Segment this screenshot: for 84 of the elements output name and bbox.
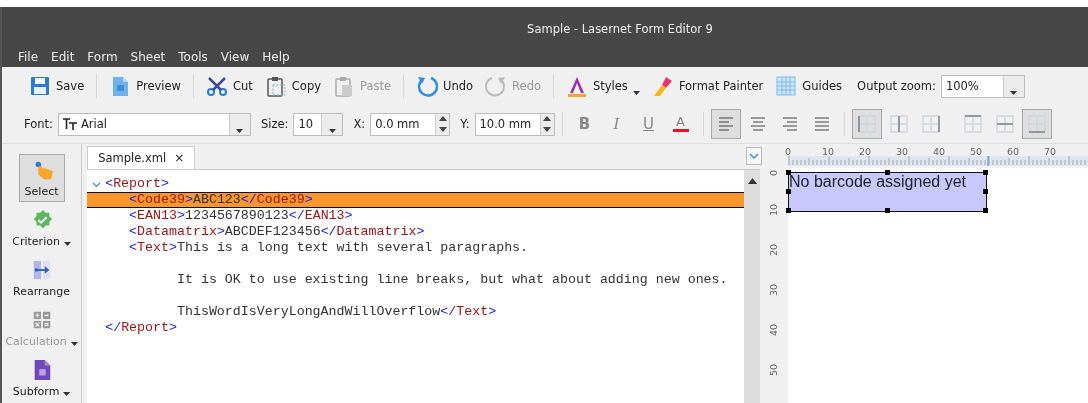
y-label: Y: [460,117,470,131]
ruler-number: 40 [768,323,779,336]
window-title: Sample - Lasernet Form Editor 9 [526,21,714,38]
code-line: ThisWordIsVeryLongAndWillOverflow</Text> [175,304,497,320]
ruler-number: 70 [1044,146,1058,156]
caret-icon [236,128,244,133]
table-grid-icon [919,113,942,135]
undo-icon [416,75,439,97]
align-center-icon [748,115,767,133]
letter-a-icon [566,75,588,97]
table-grid-icon [993,113,1016,135]
clipboard-icon [264,75,287,97]
cell-layout-button[interactable] [851,109,882,139]
toolbar-button[interactable]: Undo [411,71,479,101]
code-line: <Code39>ABC123</Code39> [128,192,313,208]
spin-up-icon[interactable] [438,116,447,122]
x-label: X: [353,117,366,131]
font-label: Font: [24,117,53,131]
brush-icon [651,75,674,97]
toolbar-button[interactable]: Format Painter [646,71,769,101]
table-grid-icon [855,113,878,135]
chevron-down-icon[interactable] [746,147,762,165]
spin-down-icon[interactable] [438,126,447,132]
menu-item[interactable]: Form [87,50,124,64]
align-justify-icon [812,115,831,133]
code-line: </Report> [105,320,177,336]
font-dropdown[interactable]: Arial [57,112,251,136]
ruler-number: 30 [768,283,779,296]
code-line: <Report> [105,176,169,192]
code-line: <Text>This is a long text with several paragraphs. [128,240,529,256]
font-icon [62,118,77,130]
y-spinbox[interactable]: 10.0 mm [474,112,555,136]
code-line: It is OK to use existing line breaks, but what about adding new ones. [175,272,728,288]
table-grid-icon [961,113,984,135]
align-right-icon [780,115,799,133]
caret-icon [1010,90,1018,95]
menu-item[interactable]: Tools [178,50,214,64]
ruler-number: 0 [768,169,779,176]
toolbar-button[interactable]: Copy [259,71,326,101]
menu-item[interactable]: File [18,50,45,64]
menu-item[interactable]: View [220,50,256,64]
clipboard-icon [333,75,355,97]
code-line: <EAN13>1234567890123</EAN13> [128,208,353,224]
file-tab[interactable]: Sample.xml × [87,146,196,169]
tool-button[interactable]: Subform [4,354,79,402]
close-tab-button[interactable]: × [174,151,185,165]
ruler-number: 10 [768,203,779,216]
x-spinbox[interactable]: 0.0 mm [370,112,451,136]
redo-icon [485,75,508,97]
cell-layout-button[interactable] [1021,109,1052,139]
barcode-field[interactable]: No barcode assigned yet [788,172,987,212]
toolbar-button[interactable]: Guides [770,71,848,101]
tool-button[interactable]: Rearrange [4,254,79,302]
size-label: Size: [260,117,289,131]
tab-label: Sample.xml [98,151,167,165]
output-zoom-label: Output zoom: [857,79,936,93]
toolbar-button[interactable]: Preview [104,71,186,101]
ruler-number: 0 [785,146,793,156]
align-left-icon [716,115,735,133]
table-grid-icon [887,113,910,135]
align-left-button[interactable] [710,109,741,139]
size-dropdown[interactable]: 10 [293,112,344,136]
menu-item[interactable]: Help [262,50,296,64]
save-icon [29,75,51,97]
toolbar-button[interactable]: Save [24,71,90,101]
scissors-icon [206,75,228,97]
toolbar-button[interactable]: Cut [201,71,258,101]
menu-item[interactable]: Sheet [130,50,172,64]
table-grid-icon [1025,113,1048,135]
spin-up-icon[interactable] [543,116,552,122]
caret-icon [632,91,640,95]
scroll-up-icon[interactable] [747,178,757,184]
spin-down-icon[interactable] [543,126,552,132]
toolbar-button[interactable]: Styles [561,71,645,101]
output-zoom-dropdown[interactable]: 100% [940,74,1025,98]
ruler-number: 50 [768,363,779,376]
tool-button[interactable]: Criterion [4,204,79,252]
scrollbar[interactable] [744,170,760,403]
grid-icon [775,75,798,97]
ruler-number: 20 [768,243,779,256]
caret-icon [328,128,336,133]
code-line: <Datamatrix>ABCDEF123456</Datamatrix> [128,224,425,240]
tool-button[interactable]: Select [18,154,65,202]
menu-item[interactable]: Edit [51,50,81,64]
